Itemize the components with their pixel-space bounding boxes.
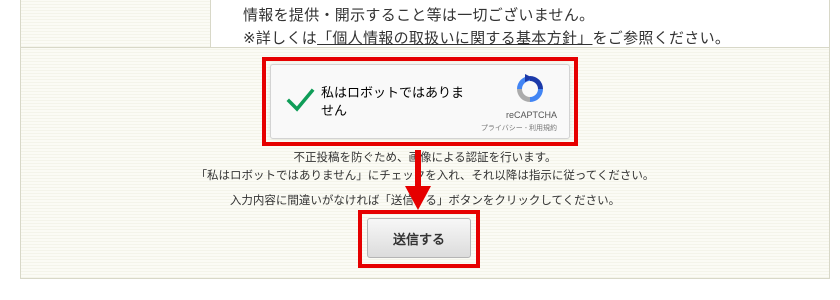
- privacy-policy-link[interactable]: 「個人情報の取扱いに関する基本方針」: [317, 29, 592, 47]
- privacy-cell: 情報を提供・開示すること等は一切ございません。 ※詳しくは「個人情報の取扱いに関…: [211, 0, 829, 47]
- recaptcha-terms-link[interactable]: プライバシー - 利用規約: [481, 123, 557, 133]
- recaptcha-logo-icon: [517, 74, 543, 102]
- privacy-text-line2: ※詳しくは「個人情報の取扱いに関する基本方針」をご参照ください。: [243, 27, 730, 48]
- down-arrow-icon: [405, 150, 431, 210]
- checkmark-icon[interactable]: [285, 85, 315, 115]
- recaptcha-label[interactable]: 私はロボットではありません: [321, 85, 471, 121]
- privacy-suffix: をご参照ください。: [592, 29, 731, 47]
- submit-button[interactable]: 送信する: [367, 218, 471, 258]
- recaptcha-brand: reCAPTCHA: [505, 110, 557, 120]
- privacy-text-line1: 情報を提供・開示すること等は一切ございません。: [243, 6, 595, 24]
- privacy-prefix: ※詳しくは: [243, 29, 318, 47]
- recaptcha-widget: 私はロボットではありません reCAPTCHA プライバシー - 利用規約: [270, 64, 570, 139]
- row-label-cell: [21, 0, 211, 47]
- privacy-row: 情報を提供・開示すること等は一切ございません。 ※詳しくは「個人情報の取扱いに関…: [20, 0, 830, 48]
